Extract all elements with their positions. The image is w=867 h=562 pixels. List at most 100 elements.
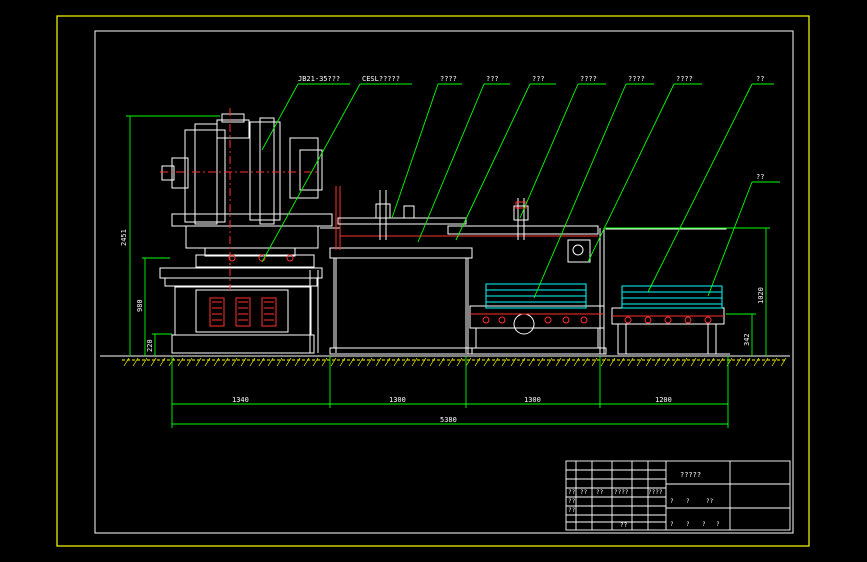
ground-hatch-tick [447, 357, 454, 367]
ground-hatch-tick [249, 357, 256, 367]
tb-rb1: ? [686, 521, 690, 528]
ground-hatch-tick [222, 357, 229, 367]
dim-seg3: 1300 [524, 396, 541, 404]
ground-hatch-tick [717, 357, 724, 367]
ground-hatch-tick [420, 357, 427, 367]
drawing-name: ????? [680, 471, 701, 479]
ground-hatch-tick [744, 357, 751, 367]
title-block-text: ????? ?? ?? ?? ???? ???? ?? ?? ?? ? ? ??… [568, 471, 720, 529]
ground-hatch-tick [672, 357, 679, 367]
ground-hatch-tick [501, 357, 508, 367]
ground-hatch-tick [735, 357, 742, 367]
dim-conveyor-height: 1020 [757, 287, 765, 304]
tb-rt1: ? [686, 498, 690, 505]
ground-hatch-tick [150, 357, 157, 367]
ground-hatch-tick [780, 357, 787, 367]
ground-hatch-tick [582, 357, 589, 367]
tb-a4: ???? [648, 489, 663, 496]
ground-hatch-tick [645, 357, 652, 367]
dim-foot-height: 220 [146, 339, 154, 352]
rollers-2 [470, 313, 604, 324]
cad-drawing-viewport[interactable]: JB21-35??? CESL????? ???? ??? ??? ???? ?… [0, 0, 867, 562]
tb-rb3: ? [716, 521, 720, 528]
ground-hatch-tick [159, 357, 166, 367]
tb-rt2: ?? [706, 498, 714, 505]
ground-hatch-tick [483, 357, 490, 367]
ground-hatch-tick [546, 357, 553, 367]
ground-hatch-tick [168, 357, 175, 367]
ground-hatch-tick [141, 357, 148, 367]
stack-3 [621, 285, 723, 309]
ground-hatch-tick [663, 357, 670, 367]
dim-total: 5380 [440, 416, 457, 424]
ground-hatch-tick [708, 357, 715, 367]
ground-hatch-tick [618, 357, 625, 367]
feeder-frame-1 [320, 186, 473, 355]
ground-hatch-tick [267, 357, 274, 367]
ground-hatch-tick [438, 357, 445, 367]
ground-hatch-tick [393, 357, 400, 367]
label-l6: ???? [580, 75, 597, 83]
ground-hatch-tick [339, 357, 346, 367]
label-l9: ?? [756, 75, 764, 83]
ground-hatch-tick [456, 357, 463, 367]
ground-hatch-tick [519, 357, 526, 367]
output-table [605, 227, 730, 355]
outer-frame [56, 15, 810, 547]
label-feeder: CESL????? [362, 75, 400, 83]
ground-hatch-tick [330, 357, 337, 367]
ground-hatch-tick [492, 357, 499, 367]
ground-hatch-tick [294, 357, 301, 367]
ground-hatch-tick [213, 357, 220, 367]
ground-hatch-tick [366, 357, 373, 367]
label-l4: ??? [486, 75, 499, 83]
ground-hatch-tick [609, 357, 616, 367]
ground-hatch-tick [753, 357, 760, 367]
dimension-lines [126, 115, 770, 428]
ground-hatch-tick [537, 357, 544, 367]
ground-hatch-tick [474, 357, 481, 367]
ground-hatch-tick [312, 357, 319, 367]
ground-hatch-tick [258, 357, 265, 367]
dim-overall-height: 2451 [120, 229, 128, 246]
press-red-details [160, 108, 320, 327]
ground-hatch-tick [654, 357, 661, 367]
inner-frame [94, 30, 794, 534]
ground-hatch-tick [573, 357, 580, 367]
tb-b0: ?? [568, 498, 576, 505]
ground-hatch-tick [411, 357, 418, 367]
ground-hatch-tick [321, 357, 328, 367]
ground-hatch-tick [195, 357, 202, 367]
ground-hatch-tick [510, 357, 517, 367]
ground [100, 355, 790, 367]
tb-c3: ?? [620, 522, 628, 529]
ground-hatch-tick [303, 357, 310, 367]
labels: JB21-35??? CESL????? ???? ??? ??? ???? ?… [298, 75, 764, 181]
ground-hatch-tick [132, 357, 139, 367]
ground-hatch-tick [465, 357, 472, 367]
tb-a1: ?? [580, 489, 588, 496]
tb-a2: ?? [596, 489, 604, 496]
label-l8: ???? [676, 75, 693, 83]
tb-rb0: ? [670, 521, 674, 528]
ground-hatch-tick [177, 357, 184, 367]
tb-c0: ?? [568, 507, 576, 514]
dim-press-base-height: 980 [136, 299, 144, 312]
ground-hatch-tick [627, 357, 634, 367]
dim-table-height: 342 [743, 333, 751, 346]
tb-a3: ???? [614, 489, 629, 496]
tb-a0: ?? [568, 489, 576, 496]
ground-hatch-tick [285, 357, 292, 367]
label-l5: ??? [532, 75, 545, 83]
ground-hatch-tick [681, 357, 688, 367]
tb-rt0: ? [670, 498, 674, 505]
rollers-3 [612, 315, 724, 324]
tb-rb2: ? [702, 521, 706, 528]
ground-hatch-tick [591, 357, 598, 367]
ground-hatch-tick [564, 357, 571, 367]
ground-hatch-tick [402, 357, 409, 367]
ground-hatch-tick [204, 357, 211, 367]
dim-seg4: 1200 [655, 396, 672, 404]
stack-2 [485, 283, 587, 309]
ground-hatch-tick [186, 357, 193, 367]
